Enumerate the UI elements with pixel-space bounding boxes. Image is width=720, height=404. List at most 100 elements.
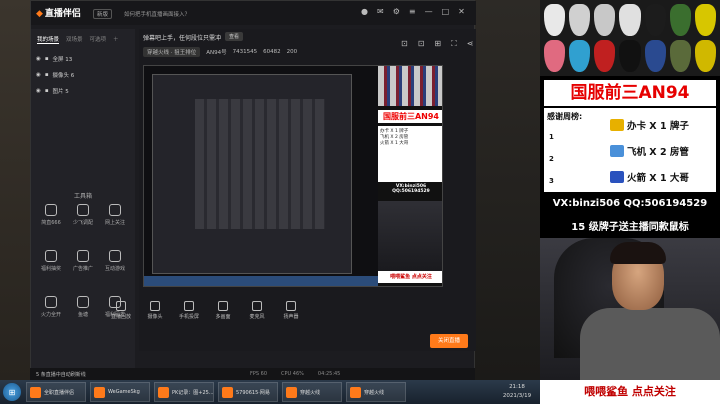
tool-icon xyxy=(77,204,89,216)
app-icon xyxy=(158,386,169,398)
notice-link[interactable]: 如何把手机直播画面接入？ xyxy=(124,10,190,18)
taskbar-item[interactable]: 全职直播伴侣 xyxy=(26,382,86,402)
taskbar-item[interactable]: 穿越火线 xyxy=(346,382,406,402)
tool-item[interactable]: 鱼塘 xyxy=(67,296,99,332)
rank-slot: 1 xyxy=(549,133,554,141)
bottom-tool[interactable]: 麦克风 xyxy=(245,301,269,320)
mail-icon[interactable]: ✉ xyxy=(377,7,384,16)
toolbox-title: 工具箱 xyxy=(73,193,92,200)
left-panel: 我的场景 双场景 可选项 ＋ ◉ ▪ 全屏 13 ◉ ▪ 摄像头 6 ◉ ▪ 图片 5 工具… xyxy=(31,29,135,381)
source-item[interactable]: ◉ ▪ 摄像头 6 xyxy=(36,69,130,81)
bottom-tool[interactable]: 手机投屏 xyxy=(177,301,201,320)
app-icon xyxy=(222,386,233,398)
taskbar-item[interactable]: 5790615·网易 xyxy=(218,382,278,402)
prize-row: 火箭 X 1 大哥 xyxy=(610,166,689,188)
window-controls: ● ✉ ⚙ ≡ — □ ✕ xyxy=(361,7,465,16)
microphone-icon xyxy=(252,301,262,311)
taskbar-clock[interactable]: 21:18 2021/3/19 xyxy=(497,383,537,401)
camera-icon xyxy=(150,301,160,311)
logo-icon: ◆ xyxy=(36,9,43,19)
mouse-product xyxy=(619,4,641,36)
taskbar-item[interactable]: PK记录：图+25... xyxy=(154,382,214,402)
scene-stat: AN94号 xyxy=(206,50,227,56)
mouse-product xyxy=(694,40,716,72)
eye-icon[interactable]: ◉ xyxy=(36,56,41,62)
tool-item[interactable]: 网上关注 xyxy=(99,204,131,240)
tool-icon xyxy=(77,296,89,308)
mouse-product xyxy=(594,40,616,72)
multi-screen-icon xyxy=(218,301,228,311)
hint-button[interactable]: 查看 xyxy=(225,32,244,41)
tool-icon xyxy=(109,204,121,216)
tool-item[interactable]: 福利抽奖 xyxy=(35,250,67,286)
status-ticker: 5 条直播中自动刷新线 xyxy=(36,372,86,378)
bottom-tool[interactable]: 扬声器 xyxy=(279,301,303,320)
preview-nested-grid xyxy=(195,99,325,229)
preview-nested-app xyxy=(152,74,352,274)
promo-text: 15 级牌子送主播同款鼠标 xyxy=(571,222,689,233)
live-duration: 04:25:45 xyxy=(317,371,341,377)
tool-item[interactable]: 广告推广 xyxy=(67,250,99,286)
avatar-icon[interactable]: ● xyxy=(361,7,368,16)
title-bar: ◆ 直播伴侣 新版 如何把手机直播画面接入？ ● ✉ ⚙ ≡ — □ ✕ xyxy=(31,1,476,25)
card-icon xyxy=(610,119,624,131)
version-badge[interactable]: 新版 xyxy=(93,9,113,19)
tool-item[interactable]: 互动游戏 xyxy=(99,250,131,286)
fullscreen-icon[interactable]: ⛶ xyxy=(451,39,457,49)
lock-icon[interactable]: ⊡ xyxy=(418,39,425,49)
streamer-hair xyxy=(610,242,666,264)
app-logo: ◆ 直播伴侣 xyxy=(36,9,81,19)
bottom-tool[interactable]: 摄像头 xyxy=(143,301,167,320)
mouse-product xyxy=(669,40,691,72)
source-item[interactable]: ◉ ▪ 全屏 13 xyxy=(36,53,130,65)
tool-item[interactable]: 火力全开 xyxy=(35,296,67,332)
scene-stat: 7431545 xyxy=(232,49,258,55)
contact-info: VX:binzi506 QQ:506194529 xyxy=(552,198,708,209)
source-item[interactable]: ◉ ▪ 图片 5 xyxy=(36,85,130,97)
eye-icon[interactable]: ◉ xyxy=(36,88,41,94)
stop-live-button[interactable]: 关闭直播 xyxy=(430,334,468,348)
taskbar-item[interactable]: WeGameSkg xyxy=(90,382,150,402)
streamer-torso xyxy=(580,308,720,380)
rocket-icon xyxy=(610,171,624,183)
lock-icon[interactable]: ▪ xyxy=(45,72,49,78)
lock-icon[interactable]: ⊡ xyxy=(401,39,408,49)
taskbar-item[interactable]: 穿越火线 xyxy=(282,382,342,402)
bottom-tool[interactable]: 直播回放 xyxy=(109,301,133,320)
maximize-icon[interactable]: □ xyxy=(442,7,450,16)
fps-readout: FPS 60 xyxy=(250,371,268,377)
tool-icon xyxy=(109,250,121,262)
tab-dual-scene[interactable]: 双场景 xyxy=(66,35,83,44)
bottom-tool[interactable]: 多画面 xyxy=(211,301,235,320)
start-button[interactable]: ⊞ xyxy=(3,383,21,401)
lock-icon[interactable]: ▪ xyxy=(45,56,49,62)
stream-preview[interactable]: 国服前三AN94 办卡 X 1 牌子 飞机 X 2 房管 火箭 X 1 大哥 V… xyxy=(143,65,443,287)
tool-icon xyxy=(45,250,57,262)
settings-icon[interactable]: ⚙ xyxy=(393,7,400,16)
speaker-icon xyxy=(286,301,296,311)
tab-my-scene[interactable]: 我的场景 xyxy=(37,35,60,44)
add-icon[interactable]: ＋ xyxy=(113,35,119,44)
weekly-thanks-board: 感谢周榜: 1 2 3 办卡 X 1 牌子 飞机 X 2 房管 火箭 X 1 大… xyxy=(544,108,716,192)
share-icon[interactable]: ⋖ xyxy=(467,39,474,49)
tool-item[interactable]: 少飞调配 xyxy=(67,204,99,240)
rank-slot: 3 xyxy=(549,177,554,185)
eye-icon[interactable]: ◉ xyxy=(36,72,41,78)
close-icon[interactable]: ✕ xyxy=(458,7,465,16)
scene-tabs: 我的场景 双场景 可选项 ＋ xyxy=(37,35,119,44)
mouse-product xyxy=(644,40,666,72)
phone-icon xyxy=(184,301,194,311)
crop-icon[interactable]: ⊞ xyxy=(434,39,441,49)
mouse-product xyxy=(569,40,591,72)
app-icon xyxy=(350,386,361,398)
menu-icon[interactable]: ≡ xyxy=(409,7,416,16)
tool-item[interactable]: 简直666 xyxy=(35,204,67,240)
prize-row: 办卡 X 1 牌子 xyxy=(610,114,689,136)
scene-tab[interactable]: 穿越火线 · 狙王排位 xyxy=(143,47,201,57)
lock-icon[interactable]: ▪ xyxy=(45,88,49,94)
tab-options[interactable]: 可选项 xyxy=(90,35,107,44)
minimize-icon[interactable]: — xyxy=(425,7,433,16)
rank-slot: 2 xyxy=(549,155,554,163)
preview-footer: 喂喂鲨鱼 点点关注 xyxy=(378,271,442,283)
tool-icon xyxy=(77,250,89,262)
